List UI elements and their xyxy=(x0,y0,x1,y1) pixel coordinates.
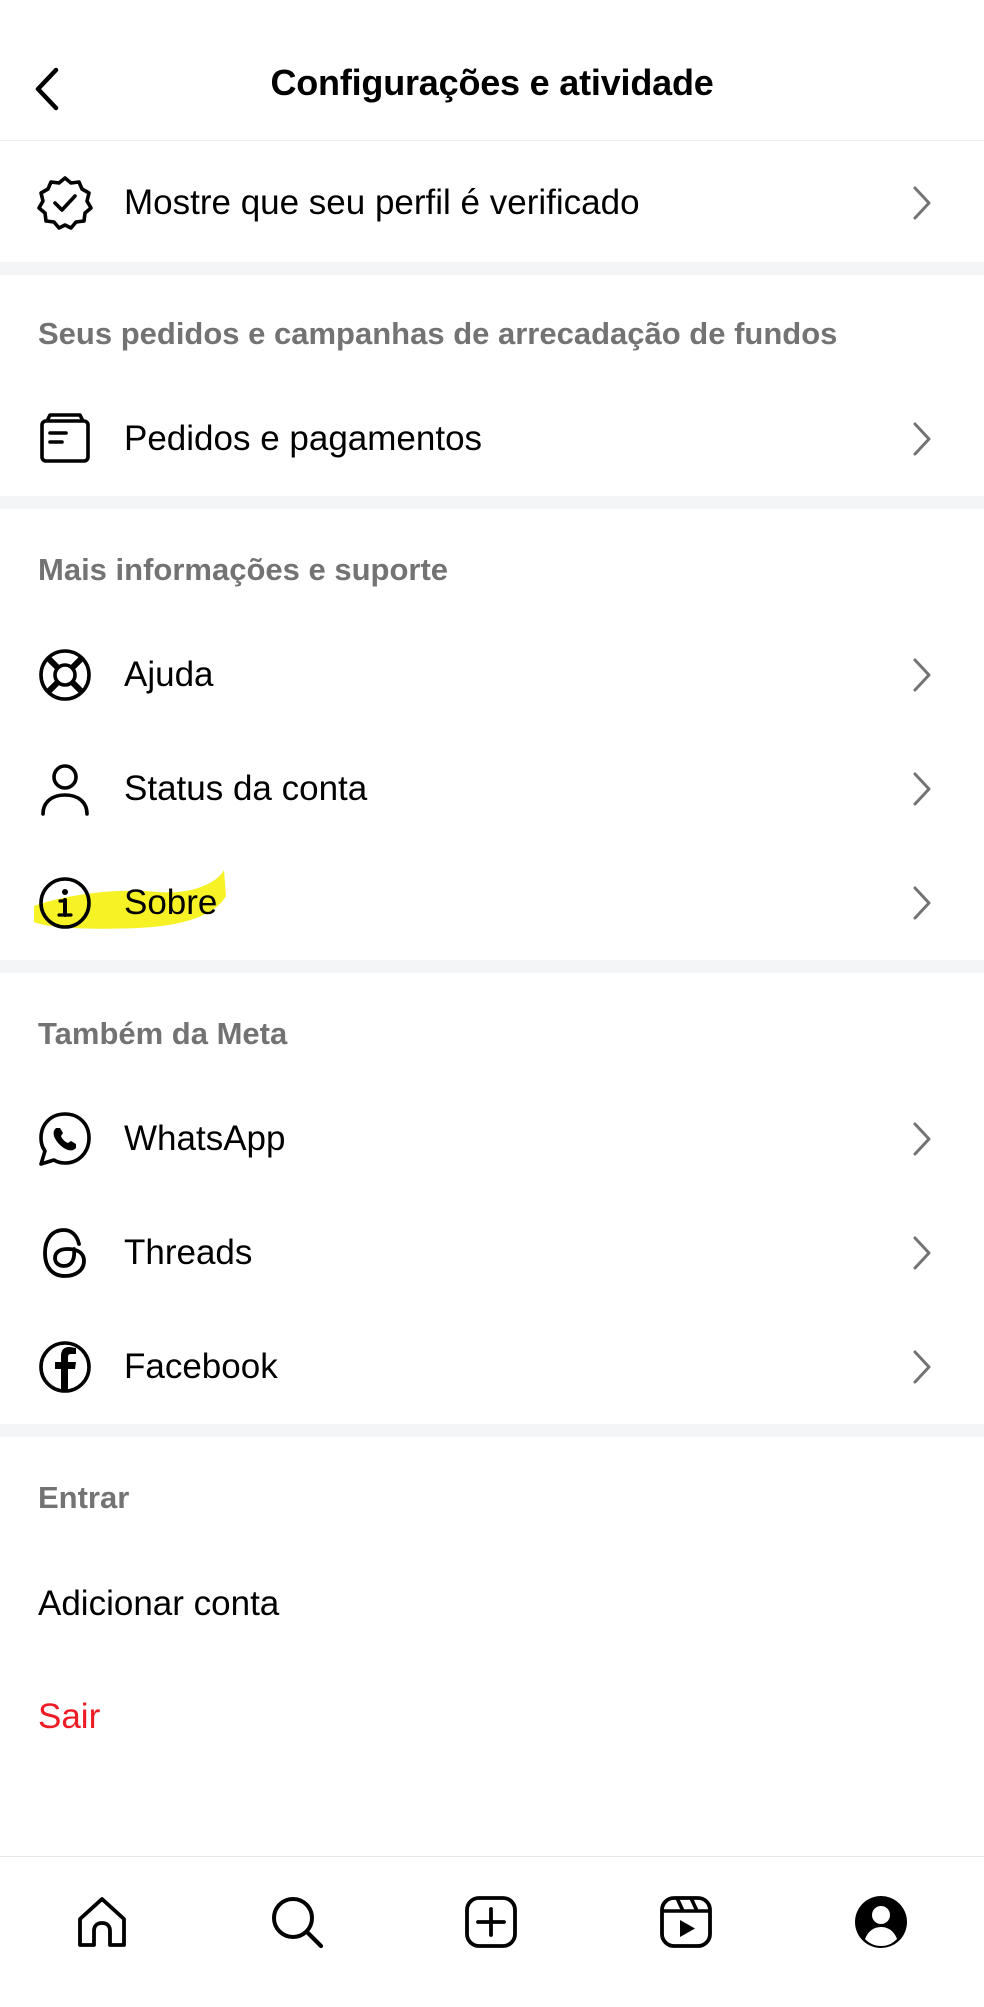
verified-badge-icon xyxy=(36,174,94,232)
section-title-orders: Seus pedidos e campanhas de arrecadação … xyxy=(38,316,838,351)
orders-payments-label: Pedidos e pagamentos xyxy=(124,419,483,458)
help-row[interactable]: Ajuda xyxy=(0,618,984,732)
about-label: Sobre xyxy=(124,883,218,922)
threads-icon xyxy=(36,1224,94,1282)
person-icon xyxy=(36,760,94,818)
reels-icon xyxy=(660,1896,712,1948)
chevron-right-icon xyxy=(911,883,939,923)
chevron-right-icon xyxy=(911,1119,939,1159)
facebook-label: Facebook xyxy=(124,1347,278,1386)
account-status-label: Status da conta xyxy=(124,769,368,808)
tab-create[interactable] xyxy=(456,1887,526,1957)
tab-reels[interactable] xyxy=(651,1887,721,1957)
section-title-login: Entrar xyxy=(38,1480,130,1515)
add-account-link[interactable]: Adicionar conta xyxy=(38,1584,279,1624)
threads-row[interactable]: Threads xyxy=(0,1196,984,1310)
tab-profile[interactable] xyxy=(846,1887,916,1957)
account-status-row[interactable]: Status da conta xyxy=(0,732,984,846)
bottom-tab-bar xyxy=(0,1856,984,2007)
section-title-support: Mais informações e suporte xyxy=(38,552,449,587)
whatsapp-icon xyxy=(36,1110,94,1168)
chevron-right-icon xyxy=(911,1233,939,1273)
lifebuoy-icon xyxy=(36,646,94,704)
chevron-right-icon xyxy=(911,655,939,695)
info-icon xyxy=(36,874,94,932)
chevron-right-icon xyxy=(911,769,939,809)
section-divider xyxy=(0,960,984,973)
home-icon xyxy=(78,1897,126,1947)
create-icon xyxy=(465,1896,517,1948)
threads-label: Threads xyxy=(124,1233,253,1272)
chevron-right-icon xyxy=(911,419,939,459)
section-title-meta: Também da Meta xyxy=(38,1016,288,1051)
about-row[interactable]: Sobre xyxy=(0,846,984,960)
section-divider xyxy=(0,496,984,509)
verified-profile-label: Mostre que seu perfil é verificado xyxy=(124,183,640,222)
whatsapp-label: WhatsApp xyxy=(124,1119,286,1158)
chevron-right-icon xyxy=(911,183,939,223)
tab-home[interactable] xyxy=(67,1887,137,1957)
help-label: Ajuda xyxy=(124,655,214,694)
search-icon xyxy=(272,1897,324,1949)
orders-icon xyxy=(36,410,94,468)
header: Configurações e atividade xyxy=(0,0,984,141)
logout-link[interactable]: Sair xyxy=(38,1697,100,1737)
section-divider xyxy=(0,1424,984,1437)
profile-icon xyxy=(855,1896,907,1948)
facebook-icon xyxy=(36,1338,94,1396)
tab-search[interactable] xyxy=(262,1887,332,1957)
page-title: Configurações e atividade xyxy=(270,62,714,103)
chevron-right-icon xyxy=(911,1347,939,1387)
whatsapp-row[interactable]: WhatsApp xyxy=(0,1082,984,1196)
facebook-row[interactable]: Facebook xyxy=(0,1310,984,1424)
section-divider xyxy=(0,262,984,275)
verified-profile-row[interactable]: Mostre que seu perfil é verificado xyxy=(0,146,984,260)
orders-payments-row[interactable]: Pedidos e pagamentos xyxy=(0,382,984,496)
